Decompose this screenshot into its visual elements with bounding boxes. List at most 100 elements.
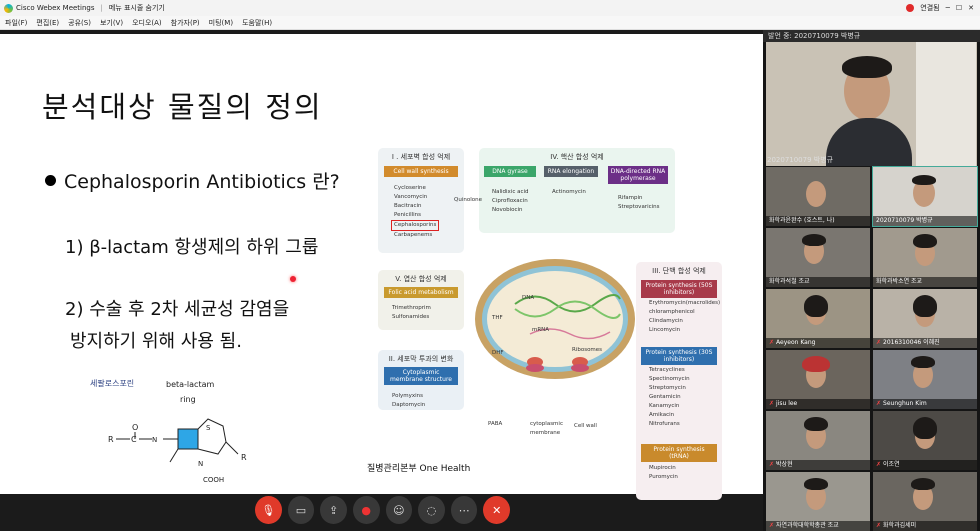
tag-cell-wall-synthesis: Cell wall synthesis [384, 166, 458, 177]
dhf-label: DHF [492, 350, 504, 356]
tag-rna-elongation: RNA elongation [544, 166, 598, 177]
meeting-controls: 🎙 ▭ ⇪ ● ☺ ◌ ⋯ ✕ [255, 495, 510, 525]
bullet-icon [45, 175, 56, 186]
menu-edit[interactable]: 편집(E) [36, 18, 59, 28]
thf-label: THF [492, 315, 503, 321]
menu-share[interactable]: 공유(S) [68, 18, 91, 28]
participant-tile[interactable]: ✗ 자연과학대학학총관 조교 [766, 472, 870, 531]
minimize-button[interactable]: ─ [946, 4, 950, 12]
slide-title: 분석대상 물질의 정의 [42, 90, 323, 124]
list-trna: Mupirocin Puromycin [649, 465, 678, 480]
share-button[interactable]: ⇪ [320, 496, 347, 524]
slide-credit: 질병관리본부 One Health [367, 464, 471, 474]
active-speaker-video[interactable] [766, 42, 977, 166]
menu-meeting[interactable]: 미팅(M) [209, 18, 233, 28]
svg-text:COOH: COOH [203, 476, 224, 484]
close-button[interactable]: ✕ [968, 4, 974, 12]
connection-status: 연결됨 [920, 4, 940, 12]
list-membrane: Polymyxins Daptomycin [392, 393, 426, 408]
dna-label: DNA [522, 295, 535, 301]
more-button[interactable]: ⋯ [450, 496, 478, 524]
tag-50s: Protein synthesis (50S inhibitors) [641, 280, 717, 298]
tag-rna-polymerase: DNA-directed RNA polymerase [608, 166, 668, 184]
mic-off-icon: 🎙 [261, 503, 276, 517]
chat-button[interactable]: ◌ [418, 496, 445, 524]
share-icon: ⇪ [328, 503, 339, 517]
cell-wall-label: Cell wall [574, 423, 597, 429]
app-title: Cisco Webex Meetings [16, 4, 95, 12]
svg-text:R: R [108, 435, 114, 444]
tag-30s: Protein synthesis (30S inhibitors) [641, 347, 717, 365]
group-folic-acid-title: V. 엽산 합성 억제 [395, 275, 447, 283]
participant-tile[interactable]: ✗ 화학과김세미 [873, 472, 977, 531]
participant-tile[interactable]: ✗ 박상현 [766, 411, 870, 470]
more-icon: ⋯ [458, 503, 470, 517]
participants-icon: ☺ [393, 503, 405, 517]
webex-logo-icon [4, 3, 13, 13]
quinolone-label: Quinolone [454, 197, 482, 203]
participant-tile[interactable]: ✗ jisu lee [766, 350, 870, 409]
tag-membrane: Cytoplasmic membrane structure [384, 367, 458, 385]
membrane-label: cytoplasmic membrane [530, 421, 563, 436]
svg-text:S: S [206, 424, 211, 432]
menu-file[interactable]: 파일(F) [5, 18, 27, 28]
hide-menu-button[interactable]: 메뉴 표시줄 숨기기 [109, 3, 165, 13]
video-button[interactable]: ▭ [287, 496, 315, 524]
record-icon [906, 4, 915, 12]
slide-bullet: Cephalosporin Antibiotics 란? [45, 167, 340, 194]
record-icon: ● [361, 503, 371, 517]
svg-text:R: R [241, 453, 247, 462]
tag-folic-acid: Folic acid metabolism [384, 287, 458, 298]
participant-tile[interactable]: 2020710079 박병규 [872, 166, 978, 227]
list-30s: Tetracyclines Spectinomycin Streptomycin Ge… [649, 367, 690, 427]
participants-button[interactable]: ☺ [385, 496, 413, 524]
record-button[interactable]: ● [352, 496, 380, 524]
ring-label: beta-lactam [166, 380, 215, 389]
maximize-button[interactable]: ☐ [956, 4, 962, 12]
close-icon: ✕ [492, 503, 502, 517]
menu-bar: 파일(F) 편집(E) 공유(S) 보기(V) 오디오(A) 참가자(P) 미팅… [0, 16, 980, 30]
shared-slide: 분석대상 물질의 정의 Cephalosporin Antibiotics 란?… [0, 34, 763, 500]
mute-button[interactable]: 🎙 [255, 496, 282, 524]
speaker-name: 2020710079 박병규 [767, 156, 834, 164]
camera-icon: ▭ [295, 503, 307, 517]
cephalosporin-structure: 세팔로스포린 beta-lactam ring R O C N S N COOH… [78, 374, 288, 484]
antibiotic-mechanism-diagram: I . 세포벽 합성 억제 Cell wall synthesis Cyclos… [362, 144, 740, 500]
menu-help[interactable]: 도움말(H) [242, 18, 272, 28]
laser-pointer-icon [290, 276, 296, 282]
svg-text:O: O [132, 423, 138, 432]
participant-tile[interactable]: ✗ 이조연 [873, 411, 977, 470]
group-membrane-title: II. 세포막 투과의 변화 [388, 355, 454, 363]
highlight-cephalosporins: Cephalosporins [391, 220, 440, 231]
list-folic-acid: Trimethroprim Sulfonamides [392, 305, 431, 320]
menu-participant[interactable]: 참가자(P) [171, 18, 200, 28]
paba-label: PABA [488, 421, 503, 427]
list-rna-elongation: Actinomycin [552, 189, 586, 195]
leave-meeting-button[interactable]: ✕ [483, 496, 510, 524]
participant-tile[interactable]: 화학과윤완수 (호스트, 나) [766, 167, 870, 226]
group-nucleic-acid-title: IV. 핵산 합성 억제 [550, 153, 604, 161]
tag-dna-gyrase: DNA gyrase [484, 166, 536, 177]
participants-video-panel: 발언 중: 2020710079 박병규 2020710079 박병규 화학과윤… [763, 30, 980, 531]
list-dna-gyrase: Nalidixic acid Ciprofloxacin Novobiocin [492, 189, 529, 213]
list-cell-wall: Cycloserine Vancomycin Bacitracin Penicilli… [391, 184, 440, 240]
ring-label-2: ring [180, 395, 196, 404]
participant-tile[interactable]: ✗ Aeyeon Kang [766, 289, 870, 348]
menu-view[interactable]: 보기(V) [100, 18, 123, 28]
slide-subpoint-2: 2) 수술 후 2차 세균성 감염을 방지하기 위해 사용 됨. [65, 299, 290, 352]
participant-tile[interactable]: ✗ Seunghun Kim [873, 350, 977, 409]
structure-drawing: R O C N S N COOH R [108, 418, 247, 484]
ribosomes-label: Ribosomes [572, 347, 603, 353]
chat-icon: ◌ [426, 503, 437, 517]
list-50s: Erythromycin(macrolides) chloramphenicol C… [649, 300, 721, 333]
svg-text:N: N [152, 436, 157, 444]
group-protein-title: III. 단백 합성 억제 [652, 267, 706, 275]
menu-audio[interactable]: 오디오(A) [132, 18, 162, 28]
participant-tile[interactable]: 화학과석철 조교 [766, 228, 870, 287]
mrna-label: mRNA [532, 327, 550, 333]
participant-tile[interactable]: ✗ 2016310046 이혜진 [873, 289, 977, 348]
participant-tile[interactable]: 화학과박소연 조교 [873, 228, 977, 287]
group-cell-wall-title: I . 세포벽 합성 억제 [391, 153, 451, 161]
structure-label: 세팔로스포린 [90, 379, 135, 388]
title-bar: Cisco Webex Meetings | 메뉴 표시줄 숨기기 연결됨 ─ … [0, 0, 980, 16]
